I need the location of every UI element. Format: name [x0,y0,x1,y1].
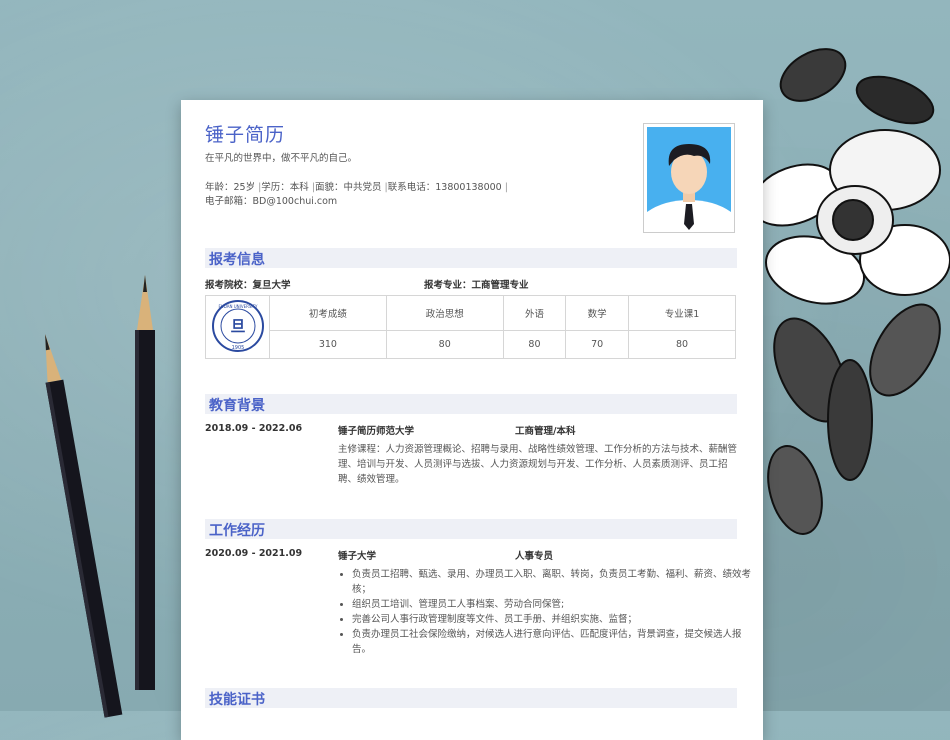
skills-section-header: 技能证书 [205,688,737,708]
university-logo-cell: 旦 FUDAN UNIVERSITY 1905 [205,295,270,359]
svg-text:旦: 旦 [230,317,245,335]
avatar [643,123,735,233]
exam-section-header: 报考信息 [205,248,737,268]
education-date: 2018.09 - 2022.06 [205,423,303,434]
phone-info: 联系电话：13800138000 [387,182,502,193]
education-section-title: 教育背景 [209,398,265,414]
score-table: 旦 FUDAN UNIVERSITY 1905 初考成绩 政治思想 外语 数学 … [205,295,736,360]
logo-text: FUDAN UNIVERSITY [218,304,258,309]
score-header: 初考成绩 [269,295,387,331]
list-item: 组织员工培训、管理员工人事档案、劳动合同保管; [352,597,752,612]
work-date: 2020.09 - 2021.09 [205,548,303,559]
list-item: 负责员工招聘、甄选、录用、办理员工入职、离职、转岗，负责员工考勤、福利、薪资、绩… [352,567,752,597]
flower-illustration [755,48,950,535]
education-section-header: 教育背景 [205,394,737,414]
resume-name: 锤子简历 [205,124,286,146]
skills-section-title: 技能证书 [209,692,265,708]
logo-year: 1905 [231,345,244,351]
score-value: 80 [385,329,504,360]
work-section-header: 工作经历 [205,519,737,539]
basic-info-line: 年龄：25岁 |学历：本科 |面貌：中共党员 |联系电话：13800138000 | [205,182,508,193]
score-value: 80 [628,329,736,360]
score-value: 310 [269,329,387,360]
education-info: 学历：本科 [261,182,309,193]
political-info: 面貌：中共党员 [315,182,382,193]
score-header: 政治思想 [385,295,504,331]
resume-paper: 锤子简历 在平凡的世界中，做不平凡的自己。 年龄：25岁 |学历：本科 |面貌：中共… [181,100,763,740]
resume-motto: 在平凡的世界中，做不平凡的自己。 [205,153,358,164]
score-value: 70 [565,329,630,360]
list-item: 负责办理员工社会保险缴纳，对候选人进行意向评估、匹配度评估，背景调查，提交候选人… [352,627,752,657]
work-duties: 负责员工招聘、甄选、录用、办理员工入职、离职、转岗，负责员工考勤、福利、薪资、绩… [338,567,752,657]
email-info: 电子邮箱：BD@100chui.com [205,196,338,207]
education-courses: 主修课程：人力资源管理概论、招聘与录用、战略性绩效管理、工作分析的方法与技术、薪… [338,444,738,485]
work-company: 锤子大学 [338,551,377,562]
education-school: 锤子简历师范大学 [338,426,415,437]
score-header: 专业课1 [628,295,736,331]
target-school: 报考院校：复旦大学 [205,280,291,291]
score-header: 数学 [565,295,630,331]
target-major: 报考专业：工商管理专业 [424,280,529,291]
pencil-right-image [135,275,155,690]
list-item: 完善公司人事行政管理制度等文件、员工手册、并组织实施、监督； [352,612,752,627]
education-major: 工商管理/本科 [515,426,576,437]
work-section-title: 工作经历 [209,523,265,539]
fudan-logo-icon: 旦 FUDAN UNIVERSITY 1905 [211,299,264,352]
score-value: 80 [502,329,567,360]
age-info: 年龄：25岁 [205,182,256,193]
work-role: 人事专员 [515,551,554,562]
exam-section-title: 报考信息 [209,252,265,268]
score-header: 外语 [502,295,567,331]
